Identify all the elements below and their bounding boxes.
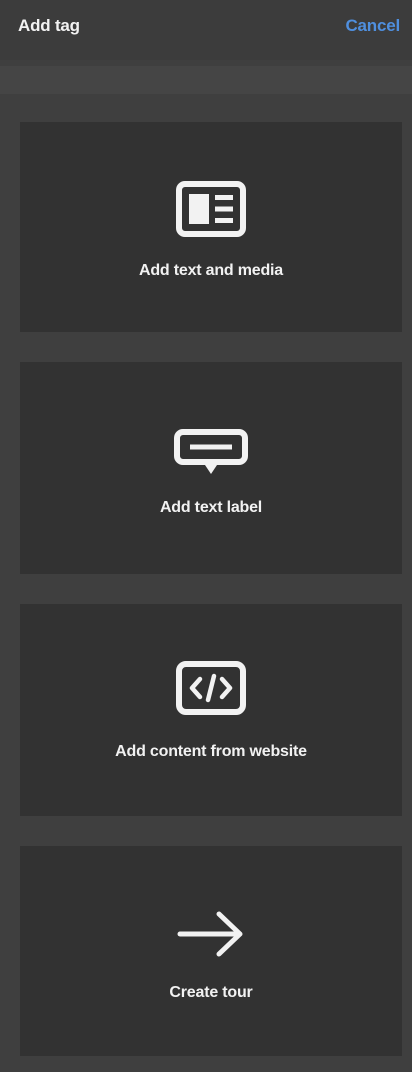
option-label: Create tour <box>169 984 253 1001</box>
text-label-icon <box>174 429 248 474</box>
add-content-from-website-option[interactable]: Add content from website <box>20 604 402 816</box>
option-label: Add text label <box>159 499 263 516</box>
panel-header: Add tag Cancel <box>0 0 412 60</box>
option-label: Add content from website <box>115 743 307 760</box>
panel-title: Add tag <box>18 16 80 35</box>
add-text-and-media-option[interactable]: Add text and media <box>20 122 402 332</box>
cancel-button[interactable]: Cancel <box>345 16 400 36</box>
arrow-right-icon <box>177 911 243 957</box>
add-text-label-option[interactable]: Add text label <box>20 362 402 574</box>
header-divider-strip <box>0 66 412 94</box>
text-media-icon <box>176 181 246 237</box>
create-tour-option[interactable]: Create tour <box>20 846 402 1056</box>
add-tag-panel: Add tag Cancel Add text and media Add te… <box>0 0 412 1072</box>
option-label: Add text and media <box>139 262 283 279</box>
code-icon <box>176 661 246 715</box>
